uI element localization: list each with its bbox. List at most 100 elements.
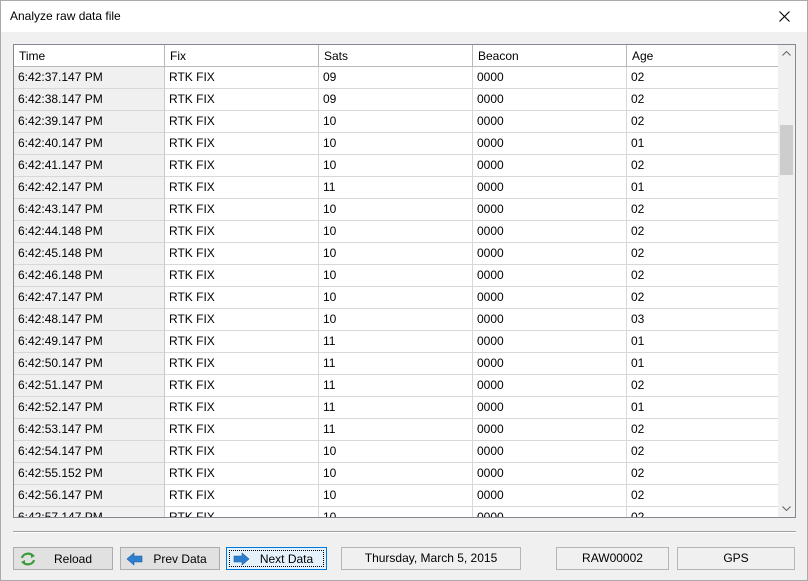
table-row[interactable]: 6:42:48.147 PM RTK FIX 10 0000 03 bbox=[14, 309, 779, 331]
cell-fix[interactable]: RTK FIX bbox=[165, 353, 319, 375]
table-row[interactable]: 6:42:39.147 PM RTK FIX 10 0000 02 bbox=[14, 111, 779, 133]
cell-age[interactable]: 02 bbox=[627, 89, 779, 111]
cell-age[interactable]: 02 bbox=[627, 419, 779, 441]
cell-fix[interactable]: RTK FIX bbox=[165, 507, 319, 517]
cell-age[interactable]: 02 bbox=[627, 375, 779, 397]
cell-sats[interactable]: 11 bbox=[319, 331, 473, 353]
cell-beacon[interactable]: 0000 bbox=[473, 309, 627, 331]
cell-fix[interactable]: RTK FIX bbox=[165, 375, 319, 397]
table-row[interactable]: 6:42:51.147 PM RTK FIX 11 0000 02 bbox=[14, 375, 779, 397]
cell-age[interactable]: 02 bbox=[627, 155, 779, 177]
cell-beacon[interactable]: 0000 bbox=[473, 375, 627, 397]
cell-beacon[interactable]: 0000 bbox=[473, 397, 627, 419]
column-header-age[interactable]: Age bbox=[627, 45, 779, 67]
cell-time[interactable]: 6:42:48.147 PM bbox=[14, 309, 165, 331]
cell-sats[interactable]: 10 bbox=[319, 309, 473, 331]
cell-sats[interactable]: 10 bbox=[319, 463, 473, 485]
cell-age[interactable]: 02 bbox=[627, 287, 779, 309]
table-row[interactable]: 6:42:37.147 PM RTK FIX 09 0000 02 bbox=[14, 67, 779, 89]
table-row[interactable]: 6:42:43.147 PM RTK FIX 10 0000 02 bbox=[14, 199, 779, 221]
cell-time[interactable]: 6:42:44.148 PM bbox=[14, 221, 165, 243]
cell-sats[interactable]: 11 bbox=[319, 375, 473, 397]
cell-fix[interactable]: RTK FIX bbox=[165, 463, 319, 485]
cell-sats[interactable]: 10 bbox=[319, 221, 473, 243]
cell-fix[interactable]: RTK FIX bbox=[165, 243, 319, 265]
table-row[interactable]: 6:42:40.147 PM RTK FIX 10 0000 01 bbox=[14, 133, 779, 155]
cell-beacon[interactable]: 0000 bbox=[473, 265, 627, 287]
cell-beacon[interactable]: 0000 bbox=[473, 353, 627, 375]
cell-age[interactable]: 03 bbox=[627, 309, 779, 331]
cell-fix[interactable]: RTK FIX bbox=[165, 419, 319, 441]
cell-sats[interactable]: 10 bbox=[319, 111, 473, 133]
column-header-time[interactable]: Time bbox=[14, 45, 165, 67]
cell-fix[interactable]: RTK FIX bbox=[165, 265, 319, 287]
cell-beacon[interactable]: 0000 bbox=[473, 199, 627, 221]
cell-time[interactable]: 6:42:40.147 PM bbox=[14, 133, 165, 155]
cell-time[interactable]: 6:42:46.148 PM bbox=[14, 265, 165, 287]
cell-time[interactable]: 6:42:52.147 PM bbox=[14, 397, 165, 419]
table-row[interactable]: 6:42:53.147 PM RTK FIX 11 0000 02 bbox=[14, 419, 779, 441]
table-row[interactable]: 6:42:47.147 PM RTK FIX 10 0000 02 bbox=[14, 287, 779, 309]
prev-data-button[interactable]: Prev Data bbox=[120, 547, 220, 570]
cell-beacon[interactable]: 0000 bbox=[473, 287, 627, 309]
cell-age[interactable]: 02 bbox=[627, 243, 779, 265]
cell-fix[interactable]: RTK FIX bbox=[165, 111, 319, 133]
cell-age[interactable]: 02 bbox=[627, 199, 779, 221]
reload-button[interactable]: Reload bbox=[13, 547, 113, 570]
cell-time[interactable]: 6:42:49.147 PM bbox=[14, 331, 165, 353]
cell-time[interactable]: 6:42:37.147 PM bbox=[14, 67, 165, 89]
cell-sats[interactable]: 09 bbox=[319, 67, 473, 89]
column-header-fix[interactable]: Fix bbox=[165, 45, 319, 67]
cell-sats[interactable]: 11 bbox=[319, 419, 473, 441]
cell-beacon[interactable]: 0000 bbox=[473, 67, 627, 89]
cell-age[interactable]: 02 bbox=[627, 507, 779, 517]
cell-age[interactable]: 01 bbox=[627, 177, 779, 199]
cell-sats[interactable]: 10 bbox=[319, 485, 473, 507]
table-row[interactable]: 6:42:38.147 PM RTK FIX 09 0000 02 bbox=[14, 89, 779, 111]
cell-age[interactable]: 01 bbox=[627, 397, 779, 419]
cell-sats[interactable]: 11 bbox=[319, 177, 473, 199]
cell-sats[interactable]: 10 bbox=[319, 155, 473, 177]
cell-age[interactable]: 02 bbox=[627, 463, 779, 485]
cell-time[interactable]: 6:42:54.147 PM bbox=[14, 441, 165, 463]
table-row[interactable]: 6:42:41.147 PM RTK FIX 10 0000 02 bbox=[14, 155, 779, 177]
cell-time[interactable]: 6:42:45.148 PM bbox=[14, 243, 165, 265]
table-row[interactable]: 6:42:55.152 PM RTK FIX 10 0000 02 bbox=[14, 463, 779, 485]
scroll-down-button[interactable] bbox=[778, 500, 795, 517]
cell-time[interactable]: 6:42:50.147 PM bbox=[14, 353, 165, 375]
cell-sats[interactable]: 10 bbox=[319, 133, 473, 155]
cell-sats[interactable]: 10 bbox=[319, 287, 473, 309]
cell-time[interactable]: 6:42:53.147 PM bbox=[14, 419, 165, 441]
cell-fix[interactable]: RTK FIX bbox=[165, 67, 319, 89]
table-row[interactable]: 6:42:49.147 PM RTK FIX 11 0000 01 bbox=[14, 331, 779, 353]
cell-time[interactable]: 6:42:42.147 PM bbox=[14, 177, 165, 199]
cell-fix[interactable]: RTK FIX bbox=[165, 155, 319, 177]
table-row[interactable]: 6:42:50.147 PM RTK FIX 11 0000 01 bbox=[14, 353, 779, 375]
cell-time[interactable]: 6:42:57.147 PM bbox=[14, 507, 165, 517]
cell-sats[interactable]: 09 bbox=[319, 89, 473, 111]
cell-beacon[interactable]: 0000 bbox=[473, 177, 627, 199]
cell-fix[interactable]: RTK FIX bbox=[165, 309, 319, 331]
table-row[interactable]: 6:42:54.147 PM RTK FIX 10 0000 02 bbox=[14, 441, 779, 463]
cell-beacon[interactable]: 0000 bbox=[473, 89, 627, 111]
cell-sats[interactable]: 10 bbox=[319, 441, 473, 463]
cell-age[interactable]: 02 bbox=[627, 67, 779, 89]
cell-beacon[interactable]: 0000 bbox=[473, 507, 627, 517]
cell-beacon[interactable]: 0000 bbox=[473, 463, 627, 485]
cell-age[interactable]: 01 bbox=[627, 331, 779, 353]
cell-sats[interactable]: 10 bbox=[319, 199, 473, 221]
table-row[interactable]: 6:42:42.147 PM RTK FIX 11 0000 01 bbox=[14, 177, 779, 199]
cell-fix[interactable]: RTK FIX bbox=[165, 485, 319, 507]
cell-beacon[interactable]: 0000 bbox=[473, 111, 627, 133]
cell-fix[interactable]: RTK FIX bbox=[165, 199, 319, 221]
cell-time[interactable]: 6:42:41.147 PM bbox=[14, 155, 165, 177]
column-header-beacon[interactable]: Beacon bbox=[473, 45, 627, 67]
cell-fix[interactable]: RTK FIX bbox=[165, 177, 319, 199]
table-row[interactable]: 6:42:46.148 PM RTK FIX 10 0000 02 bbox=[14, 265, 779, 287]
cell-beacon[interactable]: 0000 bbox=[473, 441, 627, 463]
cell-fix[interactable]: RTK FIX bbox=[165, 441, 319, 463]
cell-age[interactable]: 02 bbox=[627, 441, 779, 463]
raw-data-table[interactable]: Time Fix Sats Beacon Age 6:42:37.147 PM R… bbox=[13, 44, 796, 518]
cell-beacon[interactable]: 0000 bbox=[473, 419, 627, 441]
cell-fix[interactable]: RTK FIX bbox=[165, 89, 319, 111]
